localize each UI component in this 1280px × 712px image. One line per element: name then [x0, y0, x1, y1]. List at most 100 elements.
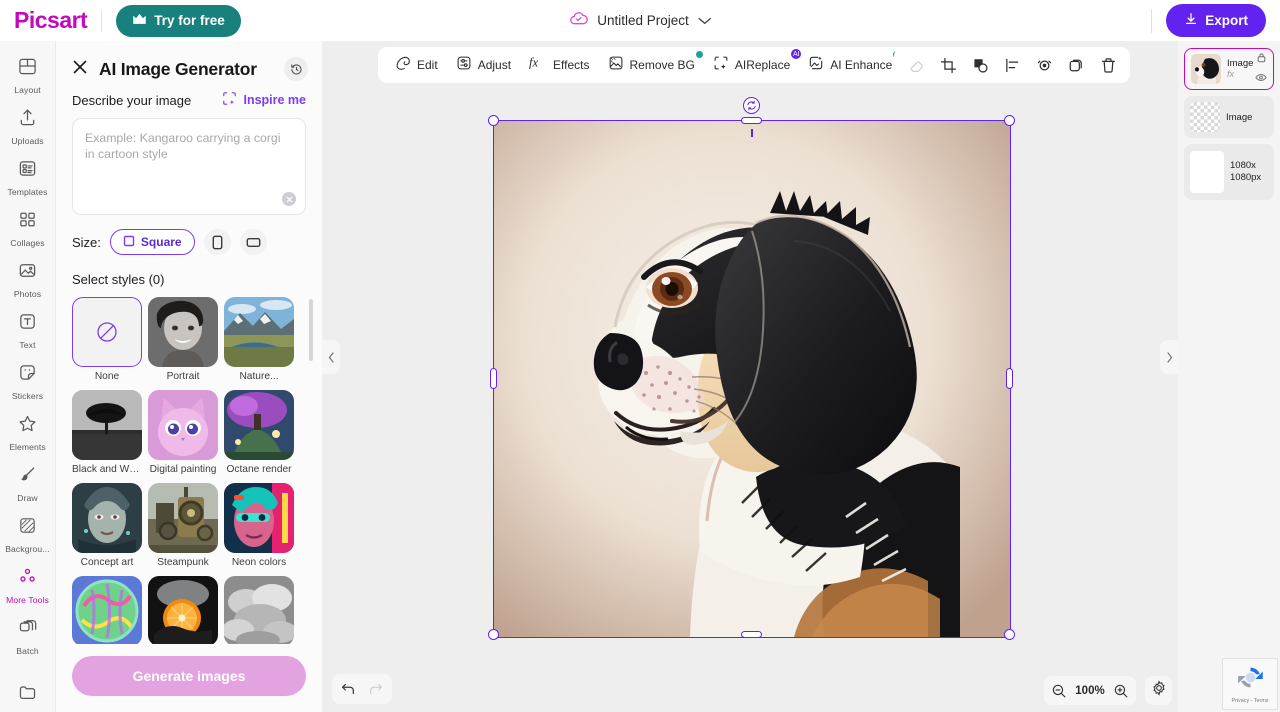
- left-rail: Layout Uploads Templates: [0, 41, 56, 712]
- sidebar-item-my-folders[interactable]: My Folders: [1, 676, 55, 712]
- resize-handle-middle-right[interactable]: [1006, 368, 1013, 389]
- close-icon[interactable]: [72, 59, 88, 80]
- style-option-none[interactable]: None: [72, 297, 142, 382]
- resize-handle-top-center[interactable]: [741, 117, 762, 124]
- layer-item-canvas-size[interactable]: 1080x 1080px: [1184, 144, 1274, 200]
- sidebar-item-uploads[interactable]: Uploads: [1, 101, 55, 152]
- gear-icon: [1151, 680, 1167, 701]
- top-bar: Picsart Try for free Untitled Project: [0, 0, 1280, 41]
- picsart-logo[interactable]: Picsart: [14, 7, 87, 34]
- duplicate-icon[interactable]: [1060, 50, 1092, 80]
- prompt-placeholder: Example: Kangaroo carrying a corgi in ca…: [85, 130, 293, 162]
- flip-icon[interactable]: [1028, 50, 1060, 80]
- size-option-portrait[interactable]: [204, 229, 231, 255]
- layer-name: Image: [1226, 112, 1268, 123]
- resize-handle-bottom-left[interactable]: [488, 629, 499, 640]
- style-option-nature[interactable]: Nature...: [224, 297, 294, 382]
- style-option-portrait[interactable]: Portrait: [148, 297, 218, 382]
- zoom-in-icon[interactable]: [1113, 683, 1129, 699]
- artboard[interactable]: [494, 121, 1010, 637]
- sidebar-item-photos[interactable]: Photos: [1, 254, 55, 305]
- sidebar-item-batch[interactable]: Batch: [1, 611, 55, 662]
- collapse-right-panel-button[interactable]: [1160, 340, 1178, 374]
- resize-handle-top-right[interactable]: [1004, 115, 1015, 126]
- remove-bg-icon: [608, 55, 624, 76]
- resize-handle-middle-left[interactable]: [490, 368, 497, 389]
- rotate-handle[interactable]: [743, 97, 760, 114]
- toolbar-edit[interactable]: Edit: [386, 51, 447, 79]
- prompt-input[interactable]: Example: Kangaroo carrying a corgi in ca…: [72, 118, 306, 215]
- sidebar-item-collages[interactable]: Collages: [1, 203, 55, 254]
- shape-mask-icon[interactable]: [964, 50, 996, 80]
- toolbar-effects[interactable]: fx Effects: [520, 51, 598, 79]
- sidebar-item-more-tools[interactable]: More Tools: [1, 560, 55, 611]
- export-button[interactable]: Export: [1166, 4, 1266, 37]
- sidebar-item-text[interactable]: Text: [1, 305, 55, 356]
- brush-icon: [18, 465, 37, 489]
- sidebar-label: More Tools: [6, 595, 49, 605]
- effects-fx-icon: fx: [529, 55, 547, 75]
- lock-icon[interactable]: [1256, 50, 1267, 68]
- toolbar-ai-enhance[interactable]: AI Enhance: [799, 51, 901, 79]
- zoom-out-icon[interactable]: [1051, 683, 1067, 699]
- toolbar-label: Adjust: [478, 58, 511, 72]
- size-option-landscape[interactable]: [240, 229, 267, 255]
- layout-icon: [18, 57, 37, 81]
- canvas-thumbnail: [1190, 151, 1224, 193]
- canvas-area[interactable]: [322, 41, 1178, 712]
- style-option-12[interactable]: [224, 576, 294, 644]
- try-for-free-button[interactable]: Try for free: [116, 5, 241, 37]
- sidebar-item-stickers[interactable]: Stickers: [1, 356, 55, 407]
- style-option-digital-painting[interactable]: Digital painting: [148, 390, 218, 475]
- style-option-concept-art[interactable]: Concept art: [72, 483, 142, 568]
- toolbar-label: AI Enhance: [830, 58, 892, 72]
- sidebar-item-draw[interactable]: Draw: [1, 458, 55, 509]
- picsart-editor: Picsart Try for free Untitled Project: [0, 0, 1280, 712]
- square-shape-icon: [123, 235, 135, 250]
- style-label: Black and White: [72, 464, 142, 475]
- trash-icon[interactable]: [1092, 50, 1124, 80]
- resize-handle-top-left[interactable]: [488, 115, 499, 126]
- style-label: Neon colors: [224, 557, 294, 568]
- crop-icon[interactable]: [932, 50, 964, 80]
- clear-prompt-icon[interactable]: [282, 192, 296, 206]
- recaptcha-badge[interactable]: Privacy - Terms: [1222, 658, 1278, 710]
- style-option-black-and-white[interactable]: Black and White: [72, 390, 142, 475]
- layer-item-image[interactable]: Image: [1184, 96, 1274, 138]
- style-option-neon-colors[interactable]: Neon colors: [224, 483, 294, 568]
- sidebar-label: Layout: [14, 85, 40, 95]
- try-for-free-label: Try for free: [154, 13, 225, 28]
- style-label: Nature...: [224, 371, 294, 382]
- style-option-11[interactable]: [148, 576, 218, 644]
- history-icon[interactable]: [284, 57, 308, 81]
- eraser-icon[interactable]: [900, 50, 932, 80]
- toolbar-ai-replace[interactable]: AIReplace AI: [704, 51, 799, 79]
- sidebar-item-elements[interactable]: Elements: [1, 407, 55, 458]
- canvas-settings-button[interactable]: [1145, 676, 1172, 705]
- sidebar-item-templates[interactable]: Templates: [1, 152, 55, 203]
- align-icon[interactable]: [996, 50, 1028, 80]
- undo-icon[interactable]: [335, 676, 361, 702]
- collapse-left-panel-button[interactable]: [322, 340, 340, 374]
- panel-footer: Generate images: [56, 644, 322, 712]
- layers-panel: Image fx Image: [1178, 41, 1280, 712]
- toolbar-remove-bg[interactable]: Remove BG: [599, 51, 704, 79]
- inspire-me-button[interactable]: Inspire me: [222, 91, 306, 109]
- style-option-steampunk[interactable]: Steampunk: [148, 483, 218, 568]
- sidebar-item-background[interactable]: Backgrou...: [1, 509, 55, 560]
- header-divider: [101, 10, 102, 32]
- project-title-dropdown[interactable]: Untitled Project: [569, 11, 711, 31]
- redo-icon[interactable]: [363, 676, 389, 702]
- style-option-octane-render[interactable]: Octane render: [224, 390, 294, 475]
- resize-handle-bottom-right[interactable]: [1004, 629, 1015, 640]
- resize-handle-bottom-center[interactable]: [741, 631, 762, 638]
- sidebar-label: Batch: [16, 646, 38, 656]
- styles-scrollbar[interactable]: [309, 299, 313, 361]
- size-option-square[interactable]: Square: [110, 229, 195, 255]
- generate-images-button[interactable]: Generate images: [72, 656, 306, 696]
- style-option-10[interactable]: [72, 576, 142, 644]
- toolbar-adjust[interactable]: Adjust: [447, 51, 520, 79]
- eye-icon[interactable]: [1255, 70, 1267, 88]
- sidebar-item-layout[interactable]: Layout: [1, 50, 55, 101]
- layer-item-image-selected[interactable]: Image fx: [1184, 48, 1274, 90]
